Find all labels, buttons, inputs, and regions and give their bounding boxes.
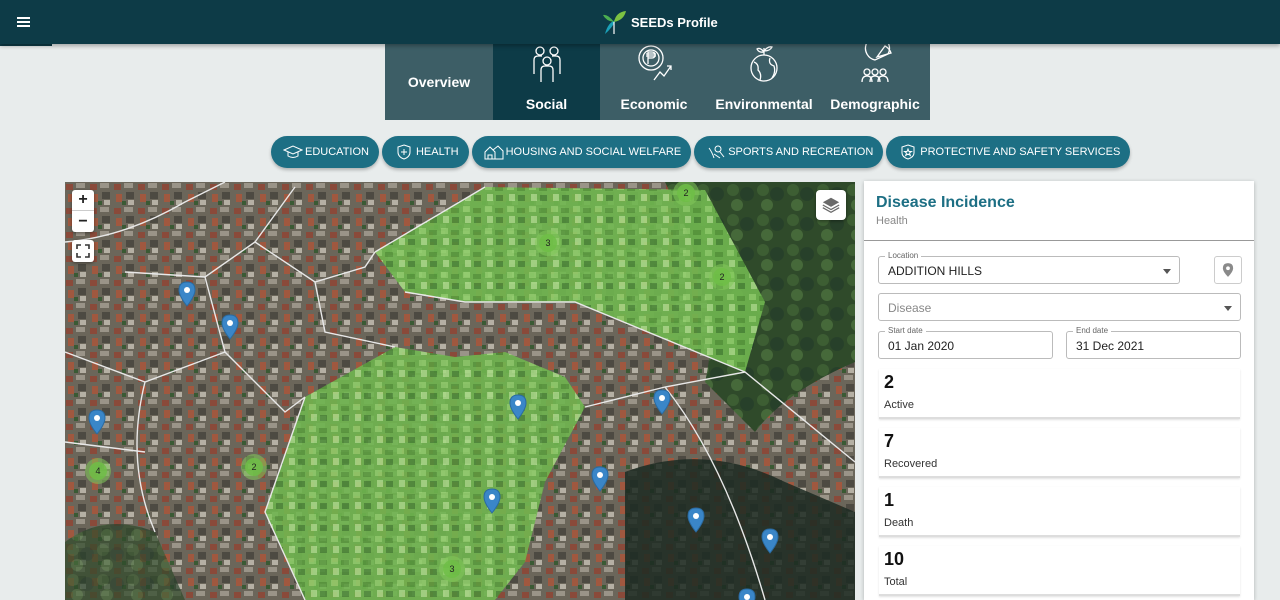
category-nav: Overview Social Economic Environmental D…	[385, 44, 930, 120]
cluster-count: 3	[539, 234, 557, 252]
marker-cluster[interactable]: 3	[439, 556, 465, 582]
tab-social[interactable]: Social	[493, 44, 600, 120]
stat-value: 2	[884, 372, 895, 392]
location-pin-icon	[1222, 263, 1234, 277]
people-group-icon	[532, 46, 561, 82]
marker-cluster[interactable]: 2	[241, 454, 267, 480]
pill-label: PROTECTIVE AND SAFETY SERVICES	[920, 146, 1121, 158]
location-select[interactable]: Location ADDITION HILLS	[878, 251, 1180, 284]
zoom-control: + −	[72, 190, 94, 232]
graduation-cap-icon	[283, 145, 303, 158]
stat-label: Death	[884, 517, 914, 529]
chevron-down-icon	[1163, 269, 1171, 274]
subcategory-nav: EDUCATION HEALTH HOUSING AND SOCIAL WELF…	[271, 136, 1131, 168]
map-marker-icon[interactable]	[761, 528, 779, 554]
stat-value: 10	[884, 549, 905, 569]
police-badge-icon	[901, 144, 915, 160]
fullscreen-button[interactable]	[72, 240, 94, 262]
sports-icon	[708, 145, 725, 159]
tab-label: Environmental	[715, 96, 813, 112]
disease-placeholder: Disease	[888, 301, 932, 315]
map-marker-icon[interactable]	[483, 488, 501, 514]
chevron-down-icon	[1224, 306, 1232, 311]
panel-header: Disease Incidence Health	[864, 181, 1254, 241]
pill-education[interactable]: EDUCATION	[271, 136, 379, 168]
globe-plant-icon	[750, 46, 778, 82]
map-view[interactable]: + − 2 3 2 4 2 3	[65, 182, 855, 600]
tab-environmental[interactable]: Environmental	[708, 44, 820, 120]
map-marker-icon[interactable]	[687, 507, 705, 533]
end-date-field[interactable]: End date 31 Dec 2021	[1066, 326, 1241, 359]
cluster-count: 3	[443, 560, 461, 578]
tab-overview[interactable]: Overview	[385, 44, 493, 120]
tab-label: Economic	[620, 96, 688, 112]
stat-card-active: 2 Active	[879, 369, 1240, 419]
pill-sports[interactable]: SPORTS AND RECREATION	[694, 136, 884, 168]
tab-economic[interactable]: Economic	[600, 44, 708, 120]
pill-label: HOUSING AND SOCIAL WELFARE	[505, 146, 682, 158]
satellite-imagery	[65, 182, 855, 600]
map-marker-icon[interactable]	[653, 389, 671, 415]
pill-label: SPORTS AND RECREATION	[728, 146, 874, 158]
tab-label: Overview	[407, 74, 471, 90]
stat-value: 7	[884, 431, 895, 451]
pill-label: HEALTH	[415, 146, 459, 158]
brand[interactable]: SEEDs Profile	[602, 8, 718, 36]
population-chart-icon	[861, 44, 892, 83]
layers-icon	[822, 197, 840, 214]
field-legend: Location	[885, 251, 922, 260]
start-date-field[interactable]: Start date 01 Jan 2020	[878, 326, 1053, 359]
stat-card-total: 10 Total	[879, 546, 1240, 596]
pill-protective[interactable]: PROTECTIVE AND SAFETY SERVICES	[886, 136, 1131, 168]
field-legend: End date	[1073, 326, 1112, 335]
map-marker-icon[interactable]	[88, 409, 106, 435]
fullscreen-icon	[76, 244, 90, 258]
layers-button[interactable]	[816, 190, 846, 220]
map-marker-icon[interactable]	[509, 394, 527, 420]
sidebar-edge	[0, 44, 52, 46]
disease-select[interactable]: Disease	[878, 293, 1241, 321]
cluster-count: 4	[89, 462, 107, 480]
stat-value: 1	[884, 490, 895, 510]
tab-label: Social	[525, 96, 568, 112]
end-date-value: 31 Dec 2021	[1076, 339, 1145, 353]
stat-card-recovered: 7 Recovered	[879, 428, 1240, 478]
zoom-in-button[interactable]: +	[72, 190, 94, 211]
cluster-count: 2	[713, 268, 731, 286]
hamburger-menu-icon[interactable]	[12, 12, 36, 32]
cluster-count: 2	[677, 184, 695, 202]
stat-label: Total	[884, 576, 908, 588]
locate-button[interactable]	[1214, 256, 1242, 284]
map-marker-icon[interactable]	[178, 281, 196, 307]
marker-cluster[interactable]: 3	[535, 230, 561, 256]
marker-cluster[interactable]: 2	[709, 264, 735, 290]
panel-subtitle: Health	[876, 215, 908, 227]
tab-demographic[interactable]: Demographic	[820, 44, 930, 120]
stat-card-death: 1 Death	[879, 487, 1240, 537]
app-title: SEEDs Profile	[631, 14, 718, 30]
stat-label: Recovered	[884, 458, 938, 470]
marker-cluster[interactable]: 4	[85, 458, 111, 484]
pill-health[interactable]: HEALTH	[381, 136, 469, 168]
zoom-out-button[interactable]: −	[72, 211, 94, 232]
pill-housing[interactable]: HOUSING AND SOCIAL WELFARE	[471, 136, 692, 168]
map-marker-icon[interactable]	[591, 466, 609, 492]
cluster-count: 2	[245, 458, 263, 476]
disease-incidence-panel: Disease Incidence Health Location ADDITI…	[864, 181, 1254, 600]
panel-title: Disease Incidence	[876, 194, 1015, 211]
map-marker-icon[interactable]	[221, 314, 239, 340]
map-marker-icon[interactable]	[738, 588, 756, 600]
houses-icon	[484, 145, 504, 160]
field-legend: Start date	[885, 326, 926, 335]
location-value: ADDITION HILLS	[888, 264, 983, 278]
seedling-logo-icon	[603, 11, 626, 34]
stat-label: Active	[884, 399, 914, 411]
top-app-bar: SEEDs Profile	[0, 0, 1280, 44]
peso-growth-icon	[638, 45, 672, 81]
tab-label: Demographic	[830, 96, 920, 112]
pill-label: EDUCATION	[305, 146, 369, 158]
health-shield-icon	[397, 144, 411, 160]
start-date-value: 01 Jan 2020	[888, 339, 955, 353]
